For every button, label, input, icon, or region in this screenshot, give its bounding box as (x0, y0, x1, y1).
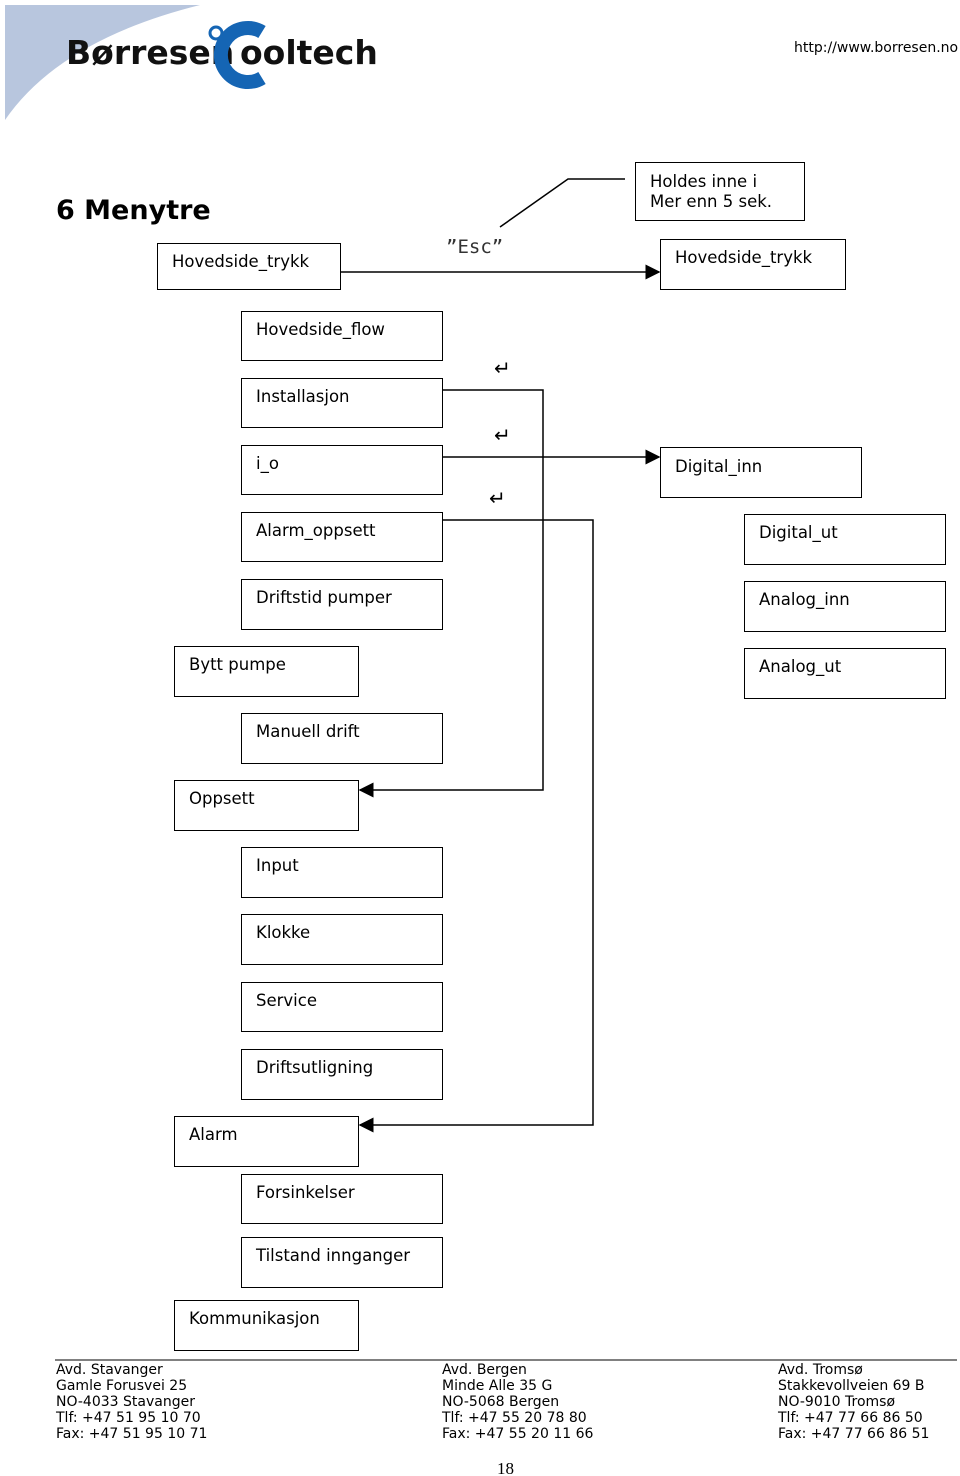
menu-input: Input (241, 847, 443, 898)
return-icon: ↵ (494, 423, 511, 447)
office-city: NO-9010 Tromsø (778, 1394, 896, 1410)
office-city: NO-5068 Bergen (442, 1394, 560, 1410)
office-city: NO-4033 Stavanger (56, 1394, 195, 1410)
office-street: Gamle Forusvei 25 (56, 1378, 188, 1394)
office-phone: Tlf: +47 77 66 86 50 (778, 1410, 923, 1426)
office-name: Avd. Tromsø (778, 1362, 863, 1378)
document-page: Børresen ooltech http://www.borresen.no … (0, 0, 960, 1476)
menu-digital-inn: Digital_inn (660, 447, 862, 498)
office-name: Avd. Stavanger (56, 1362, 163, 1378)
office-street: Minde Alle 35 G (442, 1378, 553, 1394)
return-icon: ↵ (489, 486, 506, 510)
menu-klokke: Klokke (241, 914, 443, 965)
menu-forsinkelser: Forsinkelser (241, 1174, 443, 1224)
menu-alarm: Alarm (174, 1116, 359, 1167)
menu-service: Service (241, 982, 443, 1032)
menu-driftsutligning: Driftsutligning (241, 1049, 443, 1100)
office-phone: Tlf: +47 55 20 78 80 (442, 1410, 587, 1426)
esc-label: ”Esc” (446, 236, 504, 258)
menu-bytt-pumpe: Bytt pumpe (174, 646, 359, 697)
menu-analog-ut: Analog_ut (744, 648, 946, 699)
office-fax: Fax: +47 77 66 86 51 (778, 1426, 930, 1442)
menu-i-o: i_o (241, 445, 443, 495)
menu-hovedside-trykk: Hovedside_trykk (157, 243, 341, 290)
menu-driftstid-pumper: Driftstid pumper (241, 579, 443, 630)
note-line: Mer enn 5 sek. (650, 192, 773, 211)
menu-analog-inn: Analog_inn (744, 581, 946, 632)
menu-connectors (55, 178, 957, 1361)
menu-oppsett: Oppsett (174, 780, 359, 831)
footer-tromso: Avd. Tromsø Stakkevollveien 69 B NO-9010… (778, 1362, 929, 1442)
menu-kommunikasjon: Kommunikasjon (174, 1300, 359, 1351)
hold-note: Holdes inne i Mer enn 5 sek. (635, 162, 805, 221)
menu-hovedside-trykk-target: Hovedside_trykk (660, 239, 846, 290)
office-street: Stakkevollveien 69 B (778, 1378, 925, 1394)
menu-installasjon: Installasjon (241, 378, 443, 428)
menu-manuell-drift: Manuell drift (241, 713, 443, 764)
menu-hovedside-flow: Hovedside_flow (241, 311, 443, 361)
note-line: Holdes inne i (650, 172, 758, 191)
footer-bergen: Avd. Bergen Minde Alle 35 G NO-5068 Berg… (442, 1362, 593, 1442)
menu-alarm-oppsett: Alarm_oppsett (241, 512, 443, 562)
office-fax: Fax: +47 55 20 11 66 (442, 1426, 594, 1442)
menu-tilstand-innganger: Tilstand innganger (241, 1237, 443, 1288)
office-name: Avd. Bergen (442, 1362, 527, 1378)
office-phone: Tlf: +47 51 95 10 70 (56, 1410, 201, 1426)
footer-stavanger: Avd. Stavanger Gamle Forusvei 25 NO-4033… (56, 1362, 207, 1442)
office-fax: Fax: +47 51 95 10 71 (56, 1426, 208, 1442)
return-icon: ↵ (494, 356, 511, 380)
menu-digital-ut: Digital_ut (744, 514, 946, 565)
page-number: 18 (497, 1459, 514, 1476)
note-pointer (499, 178, 625, 228)
